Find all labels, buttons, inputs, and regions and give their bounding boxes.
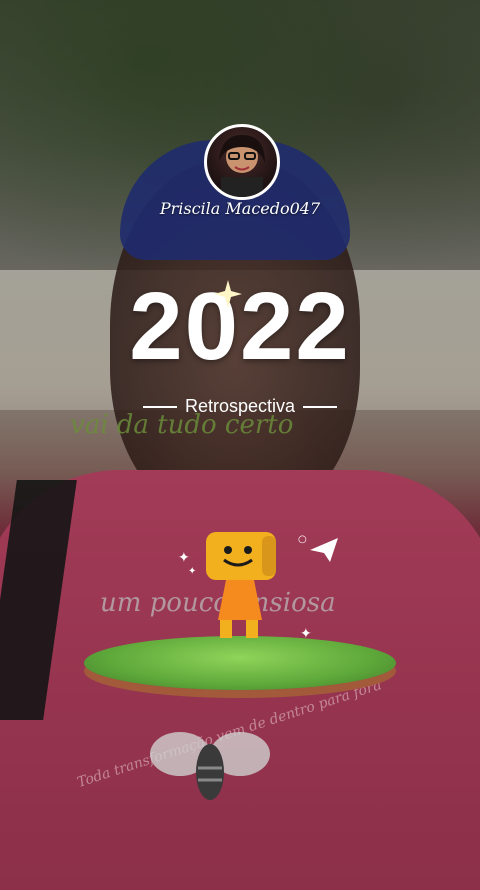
small-dot-icon: ○ xyxy=(298,534,307,545)
subtitle-row: Retrospectiva xyxy=(0,396,480,417)
small-sparkle-icon: ✦ xyxy=(300,626,312,642)
subtitle: Retrospectiva xyxy=(184,396,296,416)
paper-plane-icon xyxy=(310,538,338,566)
bee-icon xyxy=(150,724,270,804)
smiley-mascot-icon xyxy=(196,528,286,652)
divider-left xyxy=(142,405,177,408)
sparkle-icon xyxy=(214,280,242,312)
avatar[interactable] xyxy=(204,124,280,200)
small-sparkle-icon: ✦ xyxy=(178,550,190,566)
divider-right xyxy=(303,405,338,408)
small-sparkle-icon: ✦ xyxy=(188,566,197,577)
username: Priscila Macedo047 xyxy=(159,199,321,218)
